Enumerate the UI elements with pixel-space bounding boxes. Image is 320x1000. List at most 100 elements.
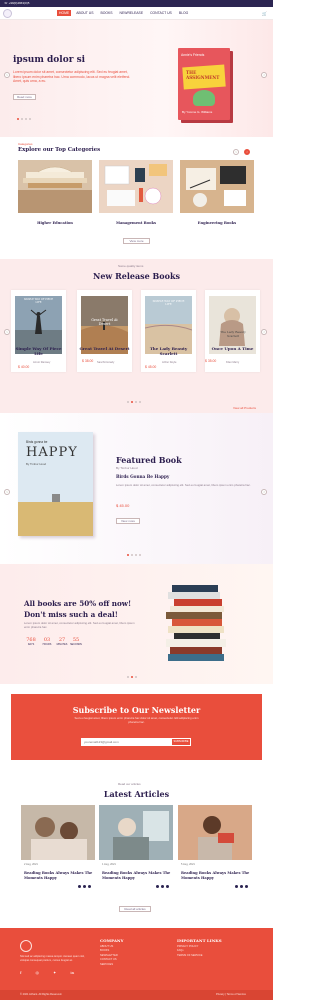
newsletter-section: Subscribe to Our Newsletter Sed eu feugi… bbox=[11, 694, 262, 760]
featured-cover-author: By Timbur Hood bbox=[26, 462, 47, 466]
newsletter-email-input[interactable] bbox=[81, 738, 171, 746]
hero-dot[interactable] bbox=[25, 118, 27, 120]
nav-item-contact[interactable]: CONTACT US bbox=[148, 10, 174, 16]
share-icon[interactable] bbox=[166, 885, 169, 888]
article-title[interactable]: Reading Books Always Makes The Moments H… bbox=[102, 871, 178, 880]
category-label-higher-education[interactable]: Higher Education bbox=[18, 221, 92, 225]
hero-read-more-button[interactable]: Read more bbox=[13, 94, 36, 100]
article-title[interactable]: Reading Books Always Makes The Moments H… bbox=[24, 871, 100, 880]
category-image-engineering-books[interactable] bbox=[180, 160, 254, 213]
newsletter-subscribe-button[interactable]: SUBSCRIBE bbox=[171, 738, 191, 746]
hero-book-title: THE ASSIGNMENT bbox=[186, 70, 220, 80]
twitter-icon[interactable]: ✦ bbox=[53, 970, 56, 975]
twitter-icon[interactable] bbox=[161, 885, 164, 888]
categories-next-arrow[interactable]: › bbox=[244, 149, 250, 155]
slider-dot[interactable] bbox=[135, 676, 137, 678]
newsletter-title: Subscribe to Our Newsletter bbox=[72, 705, 201, 715]
slider-dot[interactable] bbox=[131, 676, 133, 678]
book-card[interactable]: SIMPLE WAY OF PIECE LIFE bbox=[11, 290, 66, 372]
featured-view-more-button[interactable]: View more bbox=[116, 518, 140, 524]
countdown-hours: 03 HOURS bbox=[42, 637, 52, 646]
new-release-label: Some quality items bbox=[118, 264, 144, 268]
facebook-icon[interactable] bbox=[78, 885, 81, 888]
share-icon[interactable] bbox=[245, 885, 248, 888]
nav-item-home[interactable]: HOME bbox=[57, 10, 72, 16]
slider-dot[interactable] bbox=[135, 554, 137, 556]
legal-links[interactable]: Privacy | Terms of Service bbox=[216, 993, 246, 996]
nav-item-new-release[interactable]: NEWRELEASE bbox=[118, 10, 146, 16]
nav-menu: HOME ABOUT US BOOKS NEWRELEASE CONTACT U… bbox=[57, 10, 190, 16]
nav-item-about[interactable]: ABOUT US bbox=[74, 10, 95, 16]
slider-dot[interactable] bbox=[127, 676, 129, 678]
hero-prev-arrow[interactable]: ‹ bbox=[4, 72, 10, 78]
book-price: $ 35.00 bbox=[205, 359, 217, 363]
book-author: Klien Marry bbox=[226, 361, 240, 364]
article-share-icons bbox=[235, 885, 248, 888]
new-release-next-arrow[interactable]: › bbox=[261, 329, 267, 335]
featured-book-cover[interactable]: Birds gonna be HAPPY By Timbur Hood bbox=[18, 432, 93, 536]
book-card[interactable]: SIMPLE WAY OF PIECE LIFE bbox=[141, 290, 196, 372]
countdown-seconds: 55 SECONDS bbox=[70, 637, 82, 646]
categories-view-more-button[interactable]: View more bbox=[123, 238, 150, 244]
cart-icon[interactable]: 🛒 bbox=[262, 11, 267, 16]
book-title[interactable]: Great Travel At Desert bbox=[77, 346, 132, 351]
twitter-icon[interactable] bbox=[83, 885, 86, 888]
main-navigation: HOME ABOUT US BOOKS NEWRELEASE CONTACT U… bbox=[0, 7, 273, 20]
featured-next-arrow[interactable]: › bbox=[261, 489, 267, 495]
site-logo[interactable] bbox=[3, 9, 12, 18]
slider-dot[interactable] bbox=[139, 401, 141, 403]
hero-dots bbox=[17, 118, 31, 120]
categories-prev-arrow[interactable]: ‹ bbox=[233, 149, 239, 155]
category-image-higher-education[interactable] bbox=[18, 160, 92, 213]
categories-label: Categories bbox=[18, 142, 33, 146]
article-share-icons bbox=[78, 885, 91, 888]
article-image[interactable] bbox=[99, 805, 173, 860]
hero-banner: ‹ › ipsum dolor si Lorem ipsum dolor sit… bbox=[0, 20, 273, 137]
article-title[interactable]: Reading Books Always Makes The Moments H… bbox=[181, 871, 257, 880]
footer-link[interactable]: CONTACT US bbox=[100, 958, 118, 962]
hero-dot[interactable] bbox=[21, 118, 23, 120]
slider-dot[interactable] bbox=[131, 401, 133, 403]
phone-number[interactable]: +99(0)4963(0)5 bbox=[9, 1, 30, 5]
hero-dot[interactable] bbox=[29, 118, 31, 120]
nav-item-blog[interactable]: BLOG bbox=[177, 10, 190, 16]
featured-cover-top-text: Birds gonna be bbox=[26, 440, 48, 444]
category-image-management-books[interactable] bbox=[99, 160, 173, 213]
hero-next-arrow[interactable]: › bbox=[261, 72, 267, 78]
footer-links-title: IMPORTANT LINKS bbox=[177, 938, 222, 943]
sale-title-1: All books are 50% off now! bbox=[24, 599, 132, 608]
featured-book-title[interactable]: Birds Gonna Be Happy bbox=[116, 474, 169, 479]
twitter-icon[interactable] bbox=[240, 885, 243, 888]
slider-dot[interactable] bbox=[127, 401, 129, 403]
hero-book-author: By Yvonne G. Williams bbox=[182, 110, 213, 114]
book-title[interactable]: The Lady Beauty Scarlett bbox=[141, 346, 196, 356]
slider-dot[interactable] bbox=[135, 401, 137, 403]
footer-logo[interactable] bbox=[20, 940, 32, 952]
footer-link[interactable]: SERVICES bbox=[100, 963, 118, 967]
slider-dot[interactable] bbox=[139, 554, 141, 556]
facebook-icon[interactable]: f bbox=[20, 970, 21, 975]
category-label-engineering-books[interactable]: Engineering Books bbox=[180, 221, 254, 225]
top-bar: ☏ +99(0)4963(0)5 bbox=[0, 0, 273, 7]
facebook-icon[interactable] bbox=[156, 885, 159, 888]
featured-text: Lorem ipsum dolor sit amet, consectetur … bbox=[116, 483, 251, 487]
share-icon[interactable] bbox=[88, 885, 91, 888]
footer-link[interactable]: TERMS OF SERVICE bbox=[177, 954, 202, 958]
slider-dot[interactable] bbox=[127, 554, 129, 556]
article-image[interactable] bbox=[21, 805, 95, 860]
view-all-products-link[interactable]: View all Products bbox=[233, 406, 256, 410]
new-release-prev-arrow[interactable]: ‹ bbox=[4, 329, 10, 335]
book-title[interactable]: Simple Way Of Piece Life bbox=[11, 346, 66, 356]
hero-title: ipsum dolor si bbox=[13, 55, 86, 65]
slider-dot[interactable] bbox=[131, 554, 133, 556]
book-title[interactable]: Once Upon A Time bbox=[205, 346, 260, 351]
facebook-icon[interactable] bbox=[235, 885, 238, 888]
read-all-articles-button[interactable]: Read all articles bbox=[119, 906, 151, 912]
category-label-management-books[interactable]: Management Books bbox=[99, 221, 173, 225]
nav-item-books[interactable]: BOOKS bbox=[98, 10, 114, 16]
instagram-icon[interactable]: ◎ bbox=[35, 970, 39, 975]
article-image[interactable] bbox=[178, 805, 252, 860]
linkedin-icon[interactable]: in bbox=[70, 970, 74, 975]
hero-dot[interactable] bbox=[17, 118, 19, 120]
featured-prev-arrow[interactable]: ‹ bbox=[4, 489, 10, 495]
